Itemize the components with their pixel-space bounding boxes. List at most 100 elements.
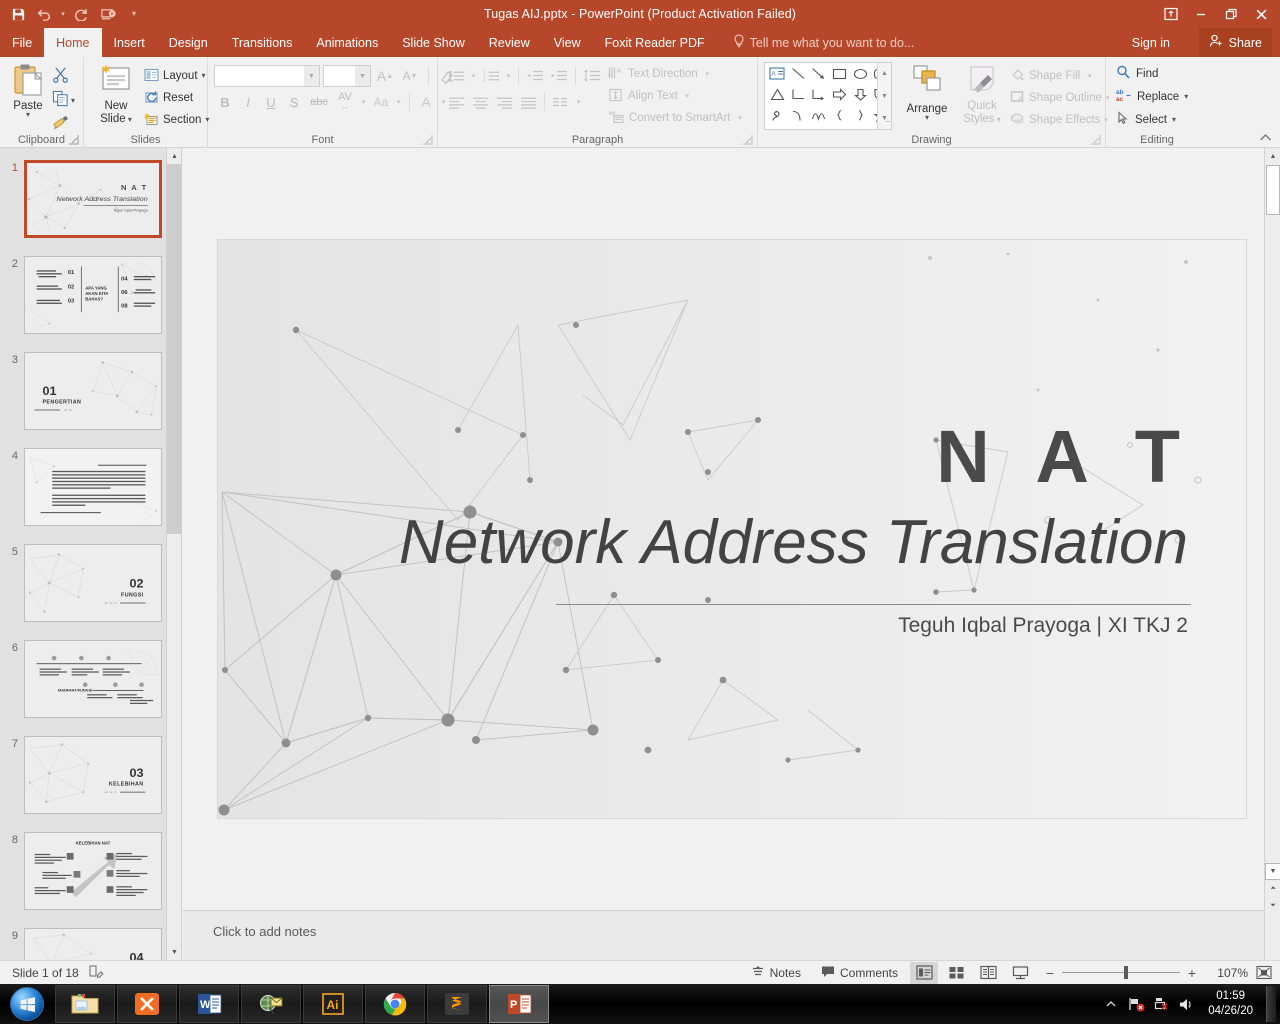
quick-styles-button[interactable]: Quick Styles ▾ bbox=[956, 63, 1008, 126]
tab-home[interactable]: Home bbox=[44, 28, 102, 57]
tell-me-box[interactable]: Tell me what you want to do... bbox=[717, 28, 914, 57]
font-size-dropdown-icon[interactable]: ▼ bbox=[355, 66, 370, 86]
taskbar-dreamweaver[interactable] bbox=[241, 985, 301, 1023]
text-direction-dropdown-icon[interactable]: ▾ bbox=[702, 70, 713, 78]
thumbnail-slide-4[interactable]: 4 bbox=[0, 448, 168, 526]
tab-insert[interactable]: Insert bbox=[102, 28, 157, 57]
section-button[interactable]: Section ▾ bbox=[144, 109, 209, 131]
shapes-scroll-down-icon[interactable]: ▼ bbox=[881, 86, 888, 107]
thumbnail-slide-1[interactable]: 1 N A T Network Address Translation Tegu… bbox=[0, 160, 168, 238]
font-dialog-launcher[interactable] bbox=[422, 134, 433, 145]
paste-dropdown-icon[interactable]: ▾ bbox=[26, 111, 30, 119]
comments-button[interactable]: Comments bbox=[813, 962, 906, 984]
select-dropdown-icon[interactable]: ▾ bbox=[1172, 115, 1176, 123]
increase-font-size-button[interactable]: A ▲ bbox=[374, 65, 396, 87]
arrow-shape-icon[interactable] bbox=[808, 64, 829, 84]
underline-button[interactable]: U bbox=[260, 91, 282, 113]
slide-author-text[interactable]: Teguh Iqbal Prayoga | XI TKJ 2 bbox=[898, 614, 1188, 638]
show-desktop-button[interactable] bbox=[1266, 986, 1276, 1022]
rectangle-shape-icon[interactable] bbox=[829, 64, 850, 84]
right-brace-shape-icon[interactable] bbox=[850, 106, 871, 126]
font-name-combo[interactable]: ▼ bbox=[214, 65, 320, 87]
decrease-indent-button[interactable] bbox=[523, 65, 547, 87]
align-text-dropdown-icon[interactable]: ▾ bbox=[682, 92, 693, 100]
thumbnail-slide-9[interactable]: 9 04 bbox=[0, 928, 168, 960]
left-brace-shape-icon[interactable] bbox=[829, 106, 850, 126]
numbering-dropdown-icon[interactable]: ▾ bbox=[503, 72, 514, 80]
slide-scrollbar[interactable]: ▲ ▼ ⏶ ⏷ bbox=[1264, 148, 1280, 960]
thumbnail-slide-6[interactable]: 6 MANFAAT/FUNGSI bbox=[0, 640, 168, 718]
tab-foxit-reader-pdf[interactable]: Foxit Reader PDF bbox=[593, 28, 717, 57]
oval-shape-icon[interactable] bbox=[850, 64, 871, 84]
align-right-button[interactable] bbox=[492, 91, 516, 113]
text-direction-button[interactable]: A Text Direction ▾ bbox=[608, 63, 746, 85]
align-center-button[interactable] bbox=[468, 91, 492, 113]
shapes-more-icon[interactable]: ▼̲ bbox=[881, 108, 888, 129]
shape-fill-button[interactable]: Shape Fill ▾ bbox=[1010, 65, 1104, 87]
tab-design[interactable]: Design bbox=[157, 28, 220, 57]
current-slide[interactable]: N A T Network Address Translation Teguh … bbox=[218, 240, 1246, 818]
shape-outline-button[interactable]: Shape Outline ▾ bbox=[1010, 87, 1109, 109]
sign-in-button[interactable]: Sign in bbox=[1132, 28, 1170, 57]
line-shape-icon[interactable] bbox=[788, 64, 809, 84]
cut-button[interactable] bbox=[52, 65, 82, 89]
next-slide-icon[interactable]: ⏷ bbox=[1265, 897, 1280, 914]
zoom-slider-handle[interactable] bbox=[1124, 966, 1128, 979]
scroll-up-icon[interactable]: ▲ bbox=[1265, 148, 1280, 165]
paste-button[interactable]: Paste ▾ bbox=[6, 63, 50, 119]
slide-thumbnail-pane[interactable]: 1 N A T Network Address Translation Tegu… bbox=[0, 148, 182, 960]
slide-show-view-button[interactable] bbox=[1006, 962, 1034, 984]
copy-button[interactable]: ▾ bbox=[52, 89, 82, 113]
taskbar-illustrator[interactable]: Ai bbox=[303, 985, 363, 1023]
layout-button[interactable]: Layout ▾ bbox=[144, 65, 206, 87]
tab-file[interactable]: File bbox=[0, 28, 44, 57]
numbering-button[interactable]: 123 bbox=[479, 65, 503, 87]
collapse-ribbon-icon[interactable] bbox=[1259, 133, 1272, 145]
find-button[interactable]: Find bbox=[1116, 65, 1158, 82]
notes-indicator-icon[interactable] bbox=[89, 964, 104, 981]
tab-view[interactable]: View bbox=[542, 28, 593, 57]
zoom-slider-track[interactable] bbox=[1062, 966, 1180, 979]
restore-button[interactable] bbox=[1216, 1, 1246, 27]
slide-editing-region[interactable]: N A T Network Address Translation Teguh … bbox=[183, 148, 1264, 910]
right-arrow-shape-icon[interactable] bbox=[829, 85, 850, 105]
tab-review[interactable]: Review bbox=[477, 28, 542, 57]
thumbnail-scrollbar[interactable]: ▲ ▼ bbox=[166, 148, 181, 960]
thumbnail-slide-7[interactable]: 7 03 KELEBIHAN bbox=[0, 736, 168, 814]
align-text-button[interactable]: Align Text ▾ bbox=[608, 85, 746, 107]
slide-title-text[interactable]: N A T bbox=[936, 420, 1194, 494]
shape-fill-dropdown-icon[interactable]: ▾ bbox=[1084, 72, 1095, 80]
slide-counter[interactable]: Slide 1 of 18 bbox=[12, 966, 79, 980]
character-spacing-button[interactable]: AV ↔ bbox=[333, 91, 357, 113]
shape-effects-button[interactable]: Shape Effects ▾ bbox=[1010, 109, 1108, 131]
zoom-control[interactable]: − + bbox=[1038, 965, 1204, 981]
tab-animations[interactable]: Animations bbox=[304, 28, 390, 57]
copy-dropdown-icon[interactable]: ▾ bbox=[71, 97, 75, 105]
thumbnail-slide-3[interactable]: 3 01 PENGERTIAN bbox=[0, 352, 168, 430]
layout-dropdown-icon[interactable]: ▾ bbox=[202, 72, 206, 80]
thumbnail-slide-5[interactable]: 5 02 FUNGSI bbox=[0, 544, 168, 622]
start-button[interactable] bbox=[0, 984, 54, 1024]
thumbnail-scrollbar-thumb[interactable] bbox=[167, 164, 181, 534]
taskbar-chrome[interactable] bbox=[365, 985, 425, 1023]
replace-dropdown-icon[interactable]: ▾ bbox=[1184, 92, 1188, 100]
reset-button[interactable]: Reset bbox=[144, 87, 206, 109]
arc-shape-icon[interactable] bbox=[808, 106, 829, 126]
bullets-dropdown-icon[interactable]: ▾ bbox=[468, 72, 479, 80]
undo-icon[interactable] bbox=[32, 3, 56, 25]
thumbnail-scroll-up-icon[interactable]: ▲ bbox=[167, 148, 181, 164]
notes-button[interactable]: Notes bbox=[743, 962, 809, 984]
columns-button[interactable] bbox=[549, 91, 573, 113]
elbow-arrow-connector-icon[interactable] bbox=[808, 85, 829, 105]
paragraph-dialog-launcher[interactable] bbox=[742, 134, 753, 145]
text-shadow-button[interactable]: S bbox=[283, 91, 305, 113]
columns-dropdown-icon[interactable]: ▾ bbox=[573, 98, 584, 106]
taskbar-clock[interactable]: 01:59 04/26/20 bbox=[1202, 989, 1259, 1019]
font-name-dropdown-icon[interactable]: ▼ bbox=[304, 66, 319, 86]
ribbon-display-options-icon[interactable] bbox=[1156, 1, 1186, 27]
taskbar-file-explorer[interactable] bbox=[55, 985, 115, 1023]
slide-subtitle-text[interactable]: Network Address Translation bbox=[399, 512, 1188, 574]
new-slide-button[interactable]: New Slide ▾ bbox=[90, 63, 142, 126]
thumbnail-scroll-down-icon[interactable]: ▼ bbox=[167, 944, 181, 960]
zoom-in-button[interactable]: + bbox=[1186, 965, 1198, 981]
